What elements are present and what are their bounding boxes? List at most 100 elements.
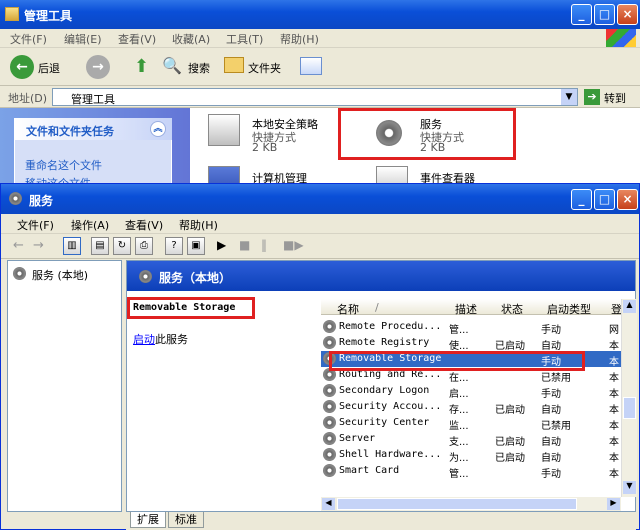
service-startup-type: 手动: [541, 469, 561, 480]
column-name[interactable]: 名称: [337, 301, 359, 317]
scroll-left-icon[interactable]: ◀: [322, 498, 335, 510]
play-icon[interactable]: ▶: [217, 238, 226, 252]
services-window: 服务 _ □ × 文件(F) 操作(A) 查看(V) 帮助(H) ← → ▥ ▤…: [0, 183, 640, 530]
menu-help[interactable]: 帮助(H): [280, 31, 319, 47]
service-name: Server: [339, 433, 376, 444]
folders-icon[interactable]: [224, 57, 244, 73]
tab-standard[interactable]: 标准: [168, 512, 204, 528]
task-rename[interactable]: 重命名这个文件: [25, 157, 102, 173]
console-tree: 服务 (本地): [7, 260, 122, 512]
refresh-icon[interactable]: ↻: [113, 237, 131, 255]
table-row[interactable]: Server 支... 已启动 自动 本: [321, 431, 621, 448]
services-titlebar[interactable]: 服务 _ □ ×: [1, 184, 639, 214]
service-logon: 本: [609, 469, 619, 480]
service-gear-icon: [323, 448, 336, 461]
service-gear-icon: [323, 336, 336, 349]
service-logon: 网: [609, 325, 619, 336]
chevron-down-icon[interactable]: ▼: [561, 89, 577, 105]
service-description: 管...: [449, 325, 469, 336]
menu-file[interactable]: 文件(F): [17, 217, 54, 233]
help-icon[interactable]: ?: [165, 237, 183, 255]
table-row[interactable]: Remote Registry 使... 已启动 自动 本: [321, 335, 621, 352]
service-status: 已启动: [495, 437, 525, 448]
highlight-box: [329, 351, 585, 371]
explorer-titlebar[interactable]: 管理工具 _ □ ×: [0, 0, 640, 29]
services-gear-icon[interactable]: [376, 120, 402, 146]
show-tree-icon[interactable]: ▥: [63, 237, 81, 255]
back-button-label[interactable]: 后退: [38, 60, 60, 76]
scroll-down-icon[interactable]: ▼: [623, 481, 636, 494]
maximize-button[interactable]: □: [594, 189, 615, 210]
menu-view[interactable]: 查看(V): [125, 217, 163, 233]
scroll-right-icon[interactable]: ▶: [607, 498, 620, 510]
up-folder-icon[interactable]: ⬆: [134, 57, 154, 77]
service-logon: 本: [609, 437, 619, 448]
service-gear-icon: [323, 384, 336, 397]
file-tasks-header[interactable]: 文件和文件夹任务 ︽: [14, 118, 172, 140]
tab-extended[interactable]: 扩展: [130, 512, 166, 528]
properties-icon[interactable]: ▤: [91, 237, 109, 255]
start-service-suffix: 此服务: [155, 333, 188, 346]
services-gear-icon: [9, 192, 22, 205]
menu-edit[interactable]: 编辑(E): [64, 31, 102, 47]
table-row[interactable]: Shell Hardware... 为... 已启动 自动 本: [321, 447, 621, 464]
stop-icon[interactable]: ■: [239, 238, 250, 252]
vertical-scrollbar[interactable]: ▲ ▼: [621, 299, 637, 497]
pause-icon[interactable]: ‖: [261, 238, 267, 252]
menu-action[interactable]: 操作(A): [71, 217, 109, 233]
menu-view[interactable]: 查看(V): [118, 31, 156, 47]
console-icon[interactable]: ▣: [187, 237, 205, 255]
scroll-up-icon[interactable]: ▲: [623, 300, 636, 313]
forward-arrow-icon[interactable]: →: [86, 55, 110, 79]
back-arrow-icon[interactable]: ←: [13, 238, 24, 253]
address-bar: 地址(D) 管理工具 ▼ ➔ 转到: [0, 86, 640, 108]
table-row[interactable]: Security Accou... 存... 已启动 自动 本: [321, 399, 621, 416]
address-input[interactable]: 管理工具 ▼: [52, 88, 578, 106]
service-gear-icon: [323, 400, 336, 413]
h-scroll-thumb[interactable]: [337, 498, 577, 510]
table-row[interactable]: Smart Card 管... 手动 本: [321, 463, 621, 480]
start-service-link[interactable]: 启动: [133, 333, 155, 346]
service-startup-type: 自动: [541, 405, 561, 416]
collapse-chevron-icon[interactable]: ︽: [150, 121, 166, 137]
table-row[interactable]: Secondary Logon 启... 手动 本: [321, 383, 621, 400]
export-list-icon[interactable]: ⎙: [135, 237, 153, 255]
service-logon: 本: [609, 373, 619, 384]
folders-button-label[interactable]: 文件夹: [248, 60, 281, 76]
detail-header: 服务（本地）: [127, 261, 635, 291]
forward-arrow-icon[interactable]: →: [33, 238, 44, 253]
views-icon[interactable]: [300, 57, 322, 75]
service-name: Shell Hardware...: [339, 449, 442, 460]
menu-help[interactable]: 帮助(H): [179, 217, 218, 233]
services-detail-pane: 服务（本地） Removable Storage 启动此服务 名称 / 描述 状…: [126, 260, 637, 512]
go-button-label[interactable]: 转到: [604, 90, 626, 106]
column-description[interactable]: 描述: [455, 301, 477, 317]
sort-indicator: /: [375, 301, 379, 314]
maximize-button[interactable]: □: [594, 4, 615, 25]
service-description: 使...: [449, 341, 469, 352]
minimize-button[interactable]: _: [571, 189, 592, 210]
menu-favorites[interactable]: 收藏(A): [172, 31, 210, 47]
search-icon[interactable]: 🔍: [162, 56, 182, 75]
column-status[interactable]: 状态: [501, 301, 523, 317]
minimize-button[interactable]: _: [571, 4, 592, 25]
close-button[interactable]: ×: [617, 189, 638, 210]
explorer-menubar: 文件(F) 编辑(E) 查看(V) 收藏(A) 工具(T) 帮助(H): [0, 29, 640, 48]
close-button[interactable]: ×: [617, 4, 638, 25]
table-row[interactable]: Remote Procedu... 管... 手动 网: [321, 319, 621, 336]
search-button-label[interactable]: 搜索: [188, 60, 210, 76]
security-policy-icon[interactable]: [208, 114, 240, 146]
service-logon: 本: [609, 421, 619, 432]
restart-icon[interactable]: ■▶: [283, 238, 304, 252]
table-row[interactable]: Security Center 监... 已禁用 本: [321, 415, 621, 432]
menu-file[interactable]: 文件(F): [10, 31, 47, 47]
menu-tools[interactable]: 工具(T): [226, 31, 263, 47]
service-startup-type: 手动: [541, 325, 561, 336]
scroll-thumb[interactable]: [623, 397, 636, 419]
start-service-text: 启动此服务: [133, 331, 188, 347]
tree-root-item[interactable]: 服务 (本地): [32, 267, 88, 283]
column-startup-type[interactable]: 启动类型: [547, 301, 591, 317]
horizontal-scrollbar[interactable]: ◀ ▶: [321, 497, 621, 511]
back-arrow-icon[interactable]: ←: [10, 55, 34, 79]
go-arrow-icon[interactable]: ➔: [584, 89, 600, 105]
